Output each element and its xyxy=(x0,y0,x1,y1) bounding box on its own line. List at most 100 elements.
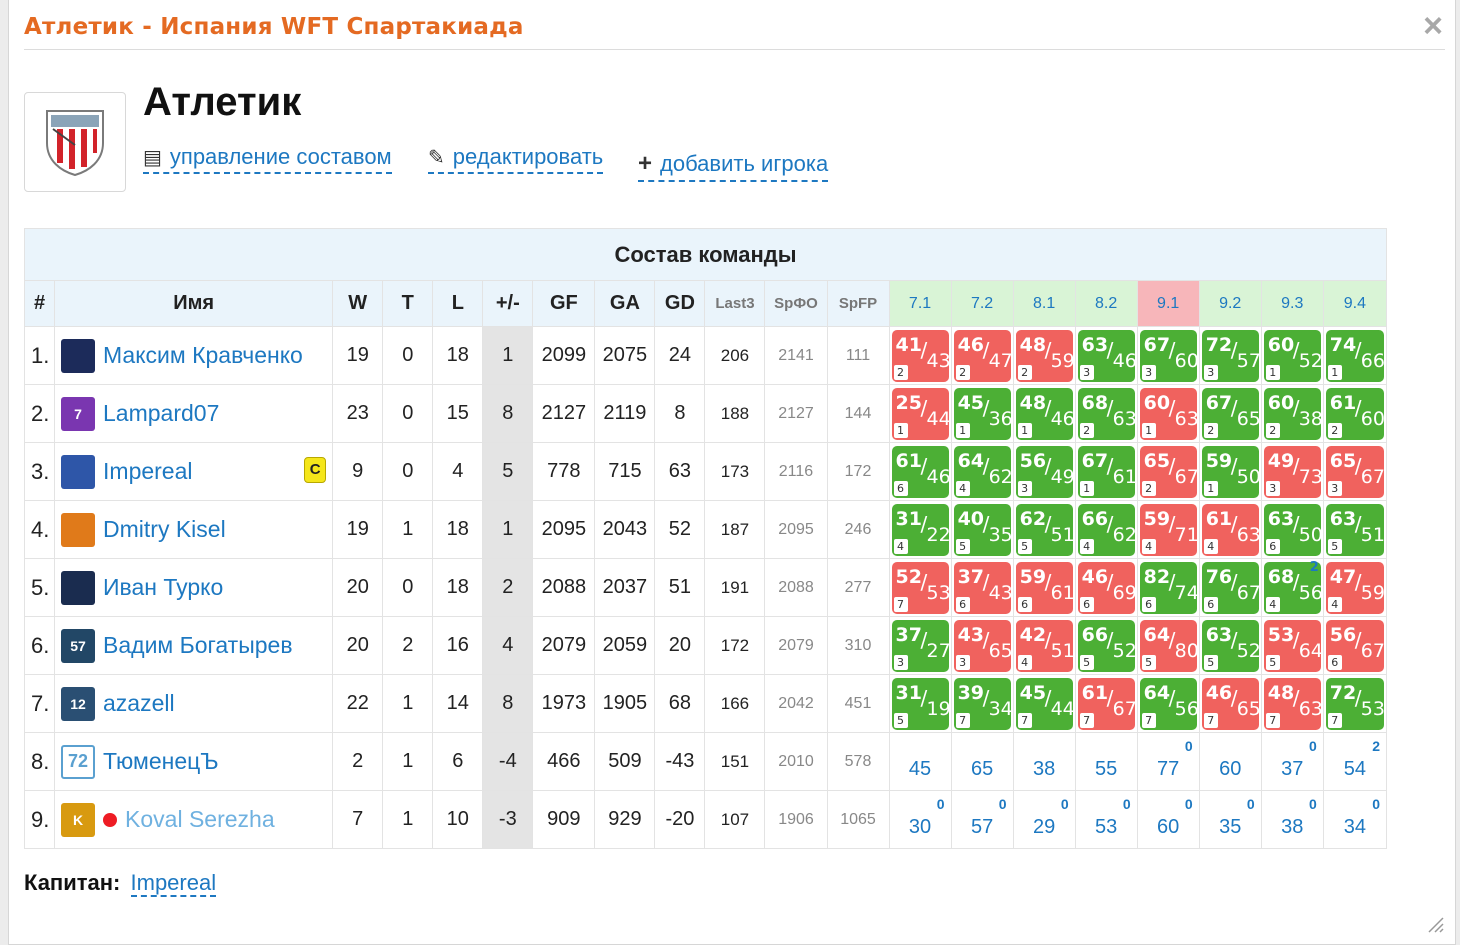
game-cell[interactable]: 30 0 xyxy=(888,790,952,849)
player-name-link[interactable]: ТюменецЪ xyxy=(103,748,219,775)
game-cell[interactable]: 53/64 5 xyxy=(1260,616,1324,675)
game-cell[interactable]: 48/63 7 xyxy=(1260,674,1324,733)
game-cell[interactable]: 39/34 7 xyxy=(950,674,1014,733)
game-cell[interactable]: 66/52 5 xyxy=(1074,616,1138,675)
manage-roster-link[interactable]: ▤ управление составом xyxy=(143,144,392,174)
game-cell[interactable]: 37/43 6 xyxy=(950,558,1014,617)
game-cell[interactable]: 59/71 4 xyxy=(1136,500,1200,559)
game-cell[interactable]: 63/52 5 xyxy=(1198,616,1262,675)
col-ga[interactable]: GA xyxy=(594,280,656,327)
col-pm[interactable]: +/- xyxy=(482,280,534,327)
game-cell[interactable]: 31/19 5 xyxy=(888,674,952,733)
game-cell[interactable]: 76/67 6 xyxy=(1198,558,1262,617)
player-name-link[interactable]: Иван Турко xyxy=(103,574,223,601)
captain-name-link[interactable]: Impereal xyxy=(130,870,217,897)
game-cell[interactable]: 45/36 1 xyxy=(950,384,1014,443)
close-icon[interactable]: × xyxy=(1423,6,1443,46)
game-cell[interactable]: 41/43 2 xyxy=(888,326,952,385)
col-name[interactable]: Имя xyxy=(54,280,334,327)
game-cell[interactable]: 62/51 5 xyxy=(1012,500,1076,559)
game-cell[interactable]: 61/60 2 xyxy=(1322,384,1388,443)
game-cell[interactable]: 48/46 1 xyxy=(1012,384,1076,443)
player-name-link[interactable]: Максим Кравченко xyxy=(103,342,303,369)
game-cell[interactable]: 37/27 3 xyxy=(888,616,952,675)
round-header-5[interactable]: 9.2 xyxy=(1198,280,1262,327)
game-cell[interactable]: 64/56 7 xyxy=(1136,674,1200,733)
game-cell[interactable]: 59/61 6 xyxy=(1012,558,1076,617)
game-cell[interactable]: 63/46 3 xyxy=(1074,326,1138,385)
game-cell[interactable]: 43/65 3 xyxy=(950,616,1014,675)
col-gf[interactable]: GF xyxy=(532,280,596,327)
game-cell[interactable]: 72/57 3 xyxy=(1198,326,1262,385)
col-last3[interactable]: Last3 xyxy=(704,280,766,327)
game-cell[interactable]: 72/53 7 xyxy=(1322,674,1388,733)
game-cell[interactable]: 64/62 4 xyxy=(950,442,1014,501)
game-cell[interactable]: 57 0 xyxy=(950,790,1014,849)
round-header-0[interactable]: 7.1 xyxy=(888,280,952,327)
game-cell[interactable]: 67/65 2 xyxy=(1198,384,1262,443)
resize-handle-icon[interactable] xyxy=(1425,914,1445,934)
game-cell[interactable]: 67/60 3 xyxy=(1136,326,1200,385)
game-cell[interactable]: 25/44 1 xyxy=(888,384,952,443)
player-name-link[interactable]: Lampard07 xyxy=(103,400,219,427)
game-cell[interactable]: 82/74 6 xyxy=(1136,558,1200,617)
game-cell[interactable]: 56/67 6 xyxy=(1322,616,1388,675)
game-cell[interactable]: 29 0 xyxy=(1012,790,1076,849)
game-cell[interactable]: 65 xyxy=(950,732,1014,791)
round-header-1[interactable]: 7.2 xyxy=(950,280,1014,327)
edit-team-link[interactable]: ✎ редактировать xyxy=(428,144,604,174)
game-cell[interactable]: 45/44 7 xyxy=(1012,674,1076,733)
game-cell[interactable]: 48/59 2 xyxy=(1012,326,1076,385)
game-cell[interactable]: 42/51 4 xyxy=(1012,616,1076,675)
game-cell[interactable]: 46/65 7 xyxy=(1198,674,1262,733)
game-cell[interactable]: 60 0 xyxy=(1136,790,1200,849)
col-w[interactable]: W xyxy=(332,280,384,327)
player-name-link[interactable]: Impereal xyxy=(103,458,192,485)
game-cell[interactable]: 60 xyxy=(1198,732,1262,791)
game-cell[interactable]: 31/22 4 xyxy=(888,500,952,559)
game-cell[interactable]: 60/63 1 xyxy=(1136,384,1200,443)
add-player-link[interactable]: + добавить игрока xyxy=(638,150,829,182)
game-cell[interactable]: 55 xyxy=(1074,732,1138,791)
game-cell[interactable]: 56/49 3 xyxy=(1012,442,1076,501)
round-header-6[interactable]: 9.3 xyxy=(1260,280,1324,327)
player-name-link[interactable]: Dmitry Kisel xyxy=(103,516,226,543)
game-cell[interactable]: 61/63 4 xyxy=(1198,500,1262,559)
game-cell[interactable]: 46/47 2 xyxy=(950,326,1014,385)
game-cell[interactable]: 74/66 1 xyxy=(1322,326,1388,385)
player-name-link[interactable]: Вадим Богатырев xyxy=(103,632,293,659)
game-cell[interactable]: 68/56 4 2 xyxy=(1260,558,1324,617)
round-header-3[interactable]: 8.2 xyxy=(1074,280,1138,327)
game-cell[interactable]: 47/59 4 xyxy=(1322,558,1388,617)
game-cell[interactable]: 38 xyxy=(1012,732,1076,791)
game-cell[interactable]: 65/67 3 xyxy=(1322,442,1388,501)
game-cell[interactable]: 77 0 xyxy=(1136,732,1200,791)
game-cell[interactable]: 66/62 4 xyxy=(1074,500,1138,559)
game-cell[interactable]: 35 0 xyxy=(1198,790,1262,849)
col-gd[interactable]: GD xyxy=(654,280,706,327)
game-cell[interactable]: 52/53 7 xyxy=(888,558,952,617)
game-cell[interactable]: 40/35 5 xyxy=(950,500,1014,559)
game-cell[interactable]: 34 0 xyxy=(1322,790,1388,849)
game-cell[interactable]: 63/50 6 xyxy=(1260,500,1324,559)
game-cell[interactable]: 60/38 2 xyxy=(1260,384,1324,443)
game-cell[interactable]: 37 0 xyxy=(1260,732,1324,791)
game-cell[interactable]: 38 0 xyxy=(1260,790,1324,849)
game-cell[interactable]: 53 0 xyxy=(1074,790,1138,849)
col-t[interactable]: T xyxy=(382,280,434,327)
game-cell[interactable]: 68/63 2 xyxy=(1074,384,1138,443)
player-name-link[interactable]: azazell xyxy=(103,690,175,717)
game-cell[interactable]: 46/69 6 xyxy=(1074,558,1138,617)
game-cell[interactable]: 61/67 7 xyxy=(1074,674,1138,733)
round-header-2[interactable]: 8.1 xyxy=(1012,280,1076,327)
player-name-link[interactable]: Koval Serezha xyxy=(125,806,275,833)
game-cell[interactable]: 65/67 2 xyxy=(1136,442,1200,501)
round-header-7[interactable]: 9.4 xyxy=(1322,280,1388,327)
col-l[interactable]: L xyxy=(432,280,484,327)
game-cell[interactable]: 59/50 1 xyxy=(1198,442,1262,501)
game-cell[interactable]: 63/51 5 xyxy=(1322,500,1388,559)
game-cell[interactable]: 49/73 3 xyxy=(1260,442,1324,501)
game-cell[interactable]: 45 xyxy=(888,732,952,791)
game-cell[interactable]: 67/61 1 xyxy=(1074,442,1138,501)
game-cell[interactable]: 64/80 5 xyxy=(1136,616,1200,675)
